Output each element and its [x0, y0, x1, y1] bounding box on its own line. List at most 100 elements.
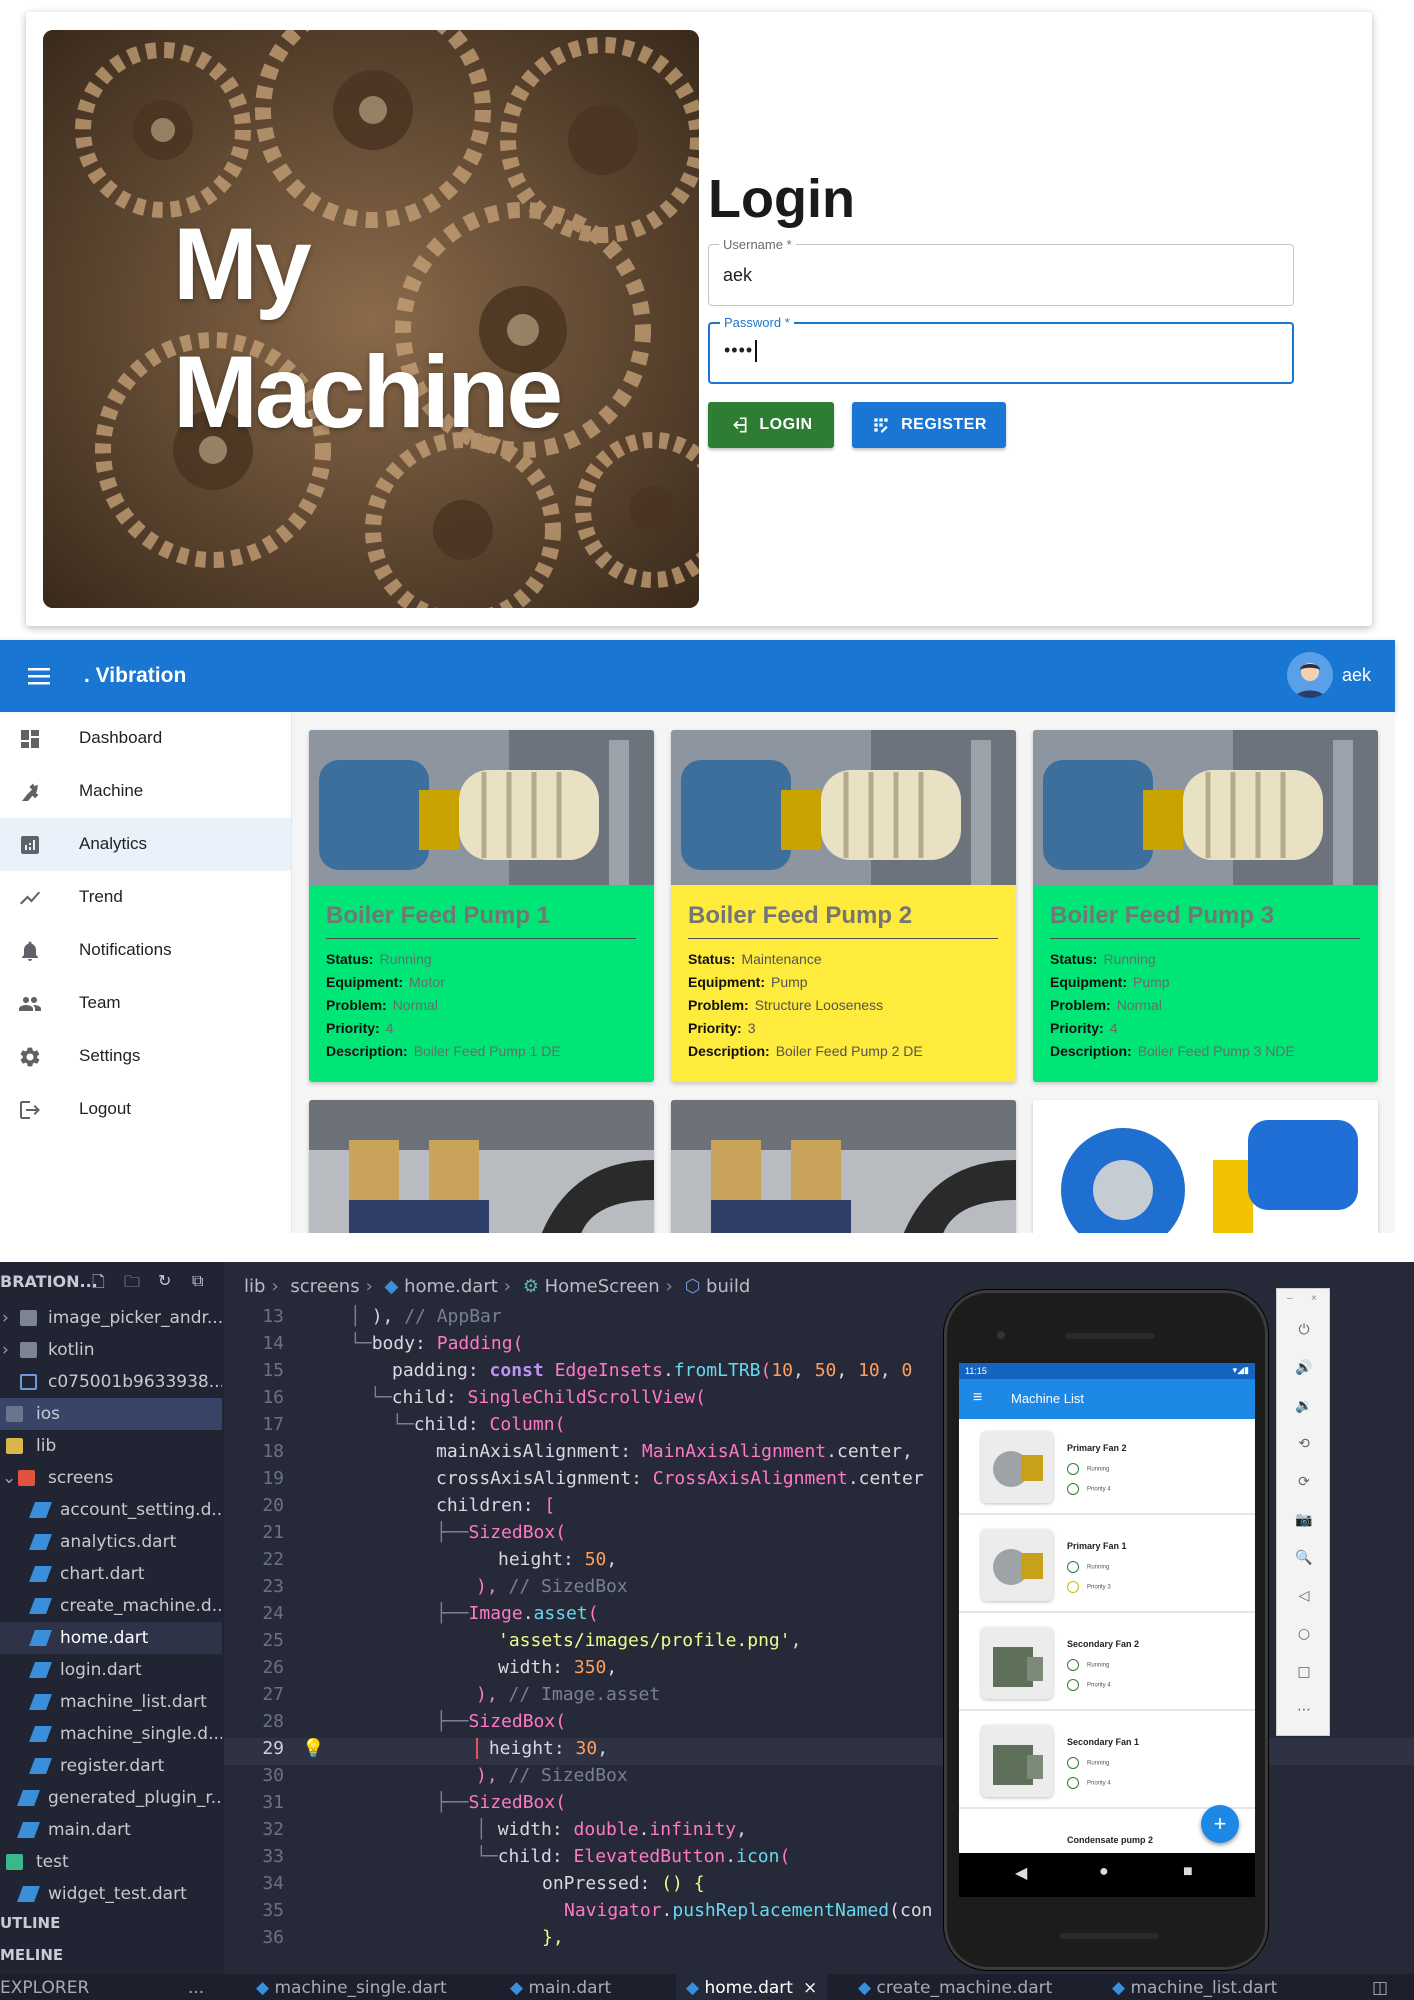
status-row: Running: [1067, 1561, 1109, 1573]
sidebar-item-machine[interactable]: Machine: [0, 765, 291, 818]
machine-card[interactable]: [309, 1100, 654, 1233]
breadcrumb-item[interactable]: build: [706, 1276, 750, 1297]
tree-item[interactable]: create_machine.d...: [0, 1590, 222, 1622]
dart-icon: [29, 1630, 52, 1646]
tab-home[interactable]: ◆ home.dart ×: [676, 1974, 828, 2000]
new-folder-icon[interactable]: 🗀: [124, 1271, 140, 1298]
machine-card[interactable]: Boiler Feed Pump 2 Status: Maintenance Eq…: [671, 730, 1016, 1082]
dart-icon: [17, 1790, 40, 1806]
tree-item[interactable]: machine_single.d...: [0, 1718, 222, 1750]
equipment-key: Equipment:: [1050, 974, 1127, 990]
play-icon: [1067, 1561, 1079, 1573]
machine-list-item[interactable]: Secondary Fan 1 Running Priority 4: [959, 1713, 1255, 1809]
more-icon[interactable]: ...: [188, 1974, 204, 2000]
dart-icon: [29, 1598, 52, 1614]
tree-item[interactable]: analytics.dart: [0, 1526, 222, 1558]
sidebar-item-team[interactable]: Team: [0, 977, 291, 1030]
tab-machine-single[interactable]: ◆ machine_single.dart: [256, 1974, 447, 2000]
breadcrumb-item[interactable]: home.dart: [404, 1276, 498, 1297]
outline-section[interactable]: UTLINE: [0, 1914, 60, 1932]
description-row: Description: Boiler Feed Pump 1 DE: [326, 1043, 561, 1059]
back-icon[interactable]: ◀: [1015, 1863, 1027, 1883]
tree-item[interactable]: main.dart: [0, 1814, 222, 1846]
avatar[interactable]: [1287, 652, 1333, 698]
tree-item[interactable]: machine_list.dart: [0, 1686, 222, 1718]
machine-card[interactable]: Boiler Feed Pump 1 Status: Running Equipm…: [309, 730, 654, 1082]
rotate-left-icon[interactable]: ⟲: [1293, 1433, 1315, 1455]
timeline-section[interactable]: MELINE: [0, 1946, 63, 1964]
equipment-value: Pump: [1133, 974, 1170, 990]
tree-item[interactable]: home.dart: [0, 1622, 222, 1654]
new-file-icon[interactable]: 🗋: [92, 1271, 105, 1298]
collapse-all-icon[interactable]: ⧉: [192, 1271, 203, 1291]
machine-list-item[interactable]: Primary Fan 1 Running Priority 3: [959, 1517, 1255, 1613]
machine-list-item[interactable]: Primary Fan 2 Running Priority 4: [959, 1419, 1255, 1515]
tree-item[interactable]: › image_picker_andr...: [0, 1302, 222, 1334]
tree-item[interactable]: lib: [0, 1430, 222, 1462]
chevron-right-icon: ›: [665, 1276, 673, 1297]
speaker-grille: [1065, 1333, 1155, 1339]
breadcrumb-item[interactable]: lib: [244, 1276, 265, 1297]
menu-icon[interactable]: [28, 666, 52, 686]
username-field[interactable]: Username * aek: [708, 237, 1294, 306]
split-editor-icon[interactable]: ◫: [1372, 1974, 1388, 2000]
sidebar-item-settings[interactable]: Settings: [0, 1030, 291, 1083]
machine-card[interactable]: [1033, 1100, 1378, 1233]
tab-main[interactable]: ◆ main.dart: [510, 1974, 611, 2000]
sidebar-item-notifications[interactable]: Notifications: [0, 924, 291, 977]
zoom-icon[interactable]: 🔍: [1293, 1547, 1315, 1569]
overview-icon[interactable]: □: [1293, 1661, 1315, 1683]
add-fab-button[interactable]: +: [1201, 1805, 1239, 1843]
machine-list-item[interactable]: Secondary Fan 2 Running Priority 4: [959, 1615, 1255, 1711]
tree-item[interactable]: › kotlin: [0, 1334, 222, 1366]
sidebar-item-analytics[interactable]: Analytics: [0, 818, 291, 871]
lightbulb-icon[interactable]: 💡: [302, 1738, 324, 1759]
tree-item[interactable]: register.dart: [0, 1750, 222, 1782]
tree-item[interactable]: ⌄ screens: [0, 1462, 222, 1494]
sidebar-item-trend[interactable]: Trend: [0, 871, 291, 924]
password-field[interactable]: Password * ••••: [708, 315, 1294, 384]
tree-item[interactable]: ios: [0, 1398, 222, 1430]
refresh-icon[interactable]: ↻: [158, 1271, 171, 1290]
login-button[interactable]: LOGIN: [708, 402, 834, 448]
breadcrumb-item[interactable]: HomeScreen: [545, 1276, 660, 1297]
sidebar-item-dashboard[interactable]: Dashboard: [0, 712, 291, 765]
machine-card[interactable]: Boiler Feed Pump 3 Status: Running Equipm…: [1033, 730, 1378, 1082]
volume-down-icon[interactable]: 🔉: [1293, 1395, 1315, 1417]
tree-item[interactable]: chart.dart: [0, 1558, 222, 1590]
tree-item[interactable]: generated_plugin_r...: [0, 1782, 222, 1814]
smile-icon: [1067, 1483, 1079, 1495]
recents-icon[interactable]: ■: [1183, 1863, 1193, 1881]
home-icon[interactable]: ○: [1293, 1623, 1315, 1645]
back-icon[interactable]: ◁: [1293, 1585, 1315, 1607]
volume-up-icon[interactable]: 🔊: [1293, 1357, 1315, 1379]
breadcrumb-item[interactable]: screens: [290, 1276, 359, 1297]
sidebar-item-logout[interactable]: Logout: [0, 1083, 291, 1136]
equipment-key: Equipment:: [326, 974, 403, 990]
play-icon: [1067, 1757, 1079, 1769]
tab-create-machine[interactable]: ◆ create_machine.dart: [858, 1974, 1052, 2000]
rotate-right-icon[interactable]: ⟳: [1293, 1471, 1315, 1493]
explorer-tab[interactable]: EXPLORER: [0, 1974, 89, 2000]
dart-icon: [29, 1726, 52, 1742]
home-icon[interactable]: ●: [1099, 1863, 1109, 1881]
tab-machine-list[interactable]: ◆ machine_list.dart: [1112, 1974, 1277, 2000]
description-row: Description: Boiler Feed Pump 3 NDE: [1050, 1043, 1295, 1059]
camera-icon[interactable]: 📷: [1293, 1509, 1315, 1531]
register-button[interactable]: REGISTER: [852, 402, 1006, 448]
close-icon[interactable]: ×: [1311, 1293, 1317, 1304]
tree-item[interactable]: test: [0, 1846, 222, 1878]
tree-item[interactable]: c075001b9633938...: [0, 1366, 222, 1398]
tree-item[interactable]: widget_test.dart: [0, 1878, 222, 1910]
editor-tab-bar: EXPLORER ... ◆ machine_single.dart ◆ mai…: [0, 1974, 1414, 2000]
card-divider: [1050, 938, 1360, 939]
minimize-icon[interactable]: –: [1287, 1293, 1293, 1304]
tree-item[interactable]: login.dart: [0, 1654, 222, 1686]
problem-row: Problem: Normal: [326, 997, 438, 1013]
more-icon[interactable]: ⋯: [1293, 1699, 1315, 1721]
menu-icon[interactable]: ≡: [973, 1389, 982, 1407]
priority-value: 4: [385, 1020, 394, 1036]
power-icon[interactable]: ⏻: [1293, 1319, 1315, 1341]
machine-card[interactable]: [671, 1100, 1016, 1233]
tree-item[interactable]: account_setting.d...: [0, 1494, 222, 1526]
